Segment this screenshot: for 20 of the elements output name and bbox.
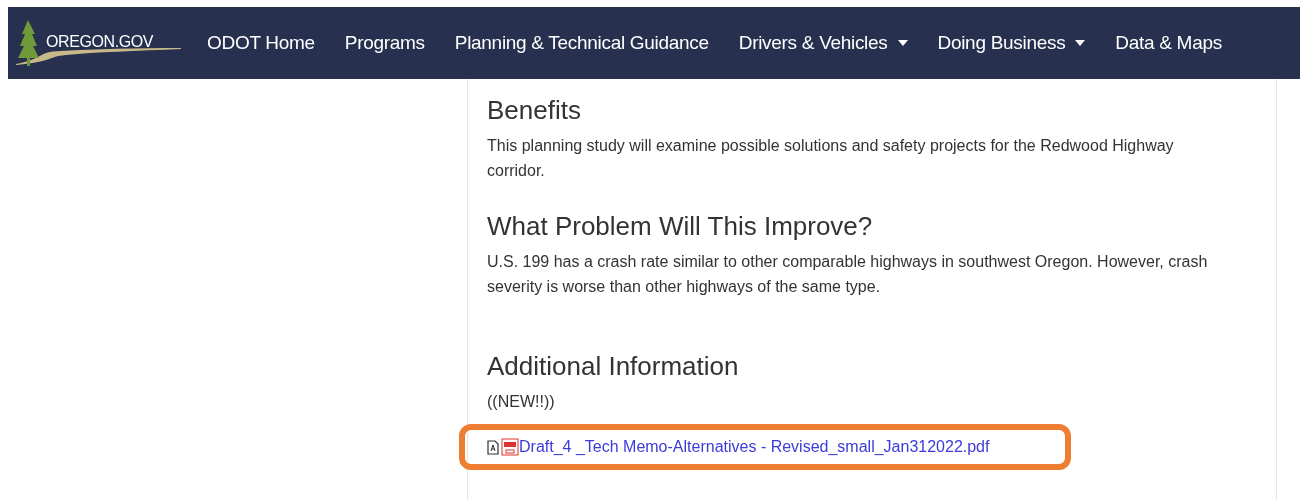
tree-road-icon <box>16 18 181 68</box>
section-heading: Additional Information <box>487 350 740 383</box>
section-heading: Benefits <box>487 94 582 127</box>
section-text: This planning study will examine possible solutions and safety projects for the Redwood Highway corridor. <box>487 136 1175 181</box>
section-text: U.S. 199 has a crash rate similar to other comparable highways in southwest Oregon. However, crash severity is worse than other highways of the same type. <box>487 252 1209 297</box>
nav-link[interactable]: Data & Maps <box>1115 28 1222 58</box>
pdf-link[interactable]: Draft_4 _Tech Memo-Alternatives - Revised_small_Jan312022.pdf <box>519 435 990 459</box>
section-heading: What Problem Will This Improve? <box>487 210 874 243</box>
pdf-file-icon <box>501 438 519 456</box>
nav-link[interactable]: ODOT Home <box>207 28 315 58</box>
caret-icon <box>1075 40 1086 46</box>
section-text: ((NEW!!)) <box>487 392 556 412</box>
nav-link[interactable]: Drivers & Vehicles <box>738 28 908 58</box>
nav-link[interactable]: Programs <box>344 28 425 58</box>
pdf-icon <box>487 439 499 455</box>
site-logo[interactable]: OREGON.GOV <box>16 18 181 68</box>
caret-icon <box>897 40 908 46</box>
logo-text: OREGON.GOV <box>46 32 154 52</box>
nav-link[interactable]: Doing Business <box>937 28 1086 58</box>
nav-link[interactable]: Planning & Technical Guidance <box>454 28 709 58</box>
